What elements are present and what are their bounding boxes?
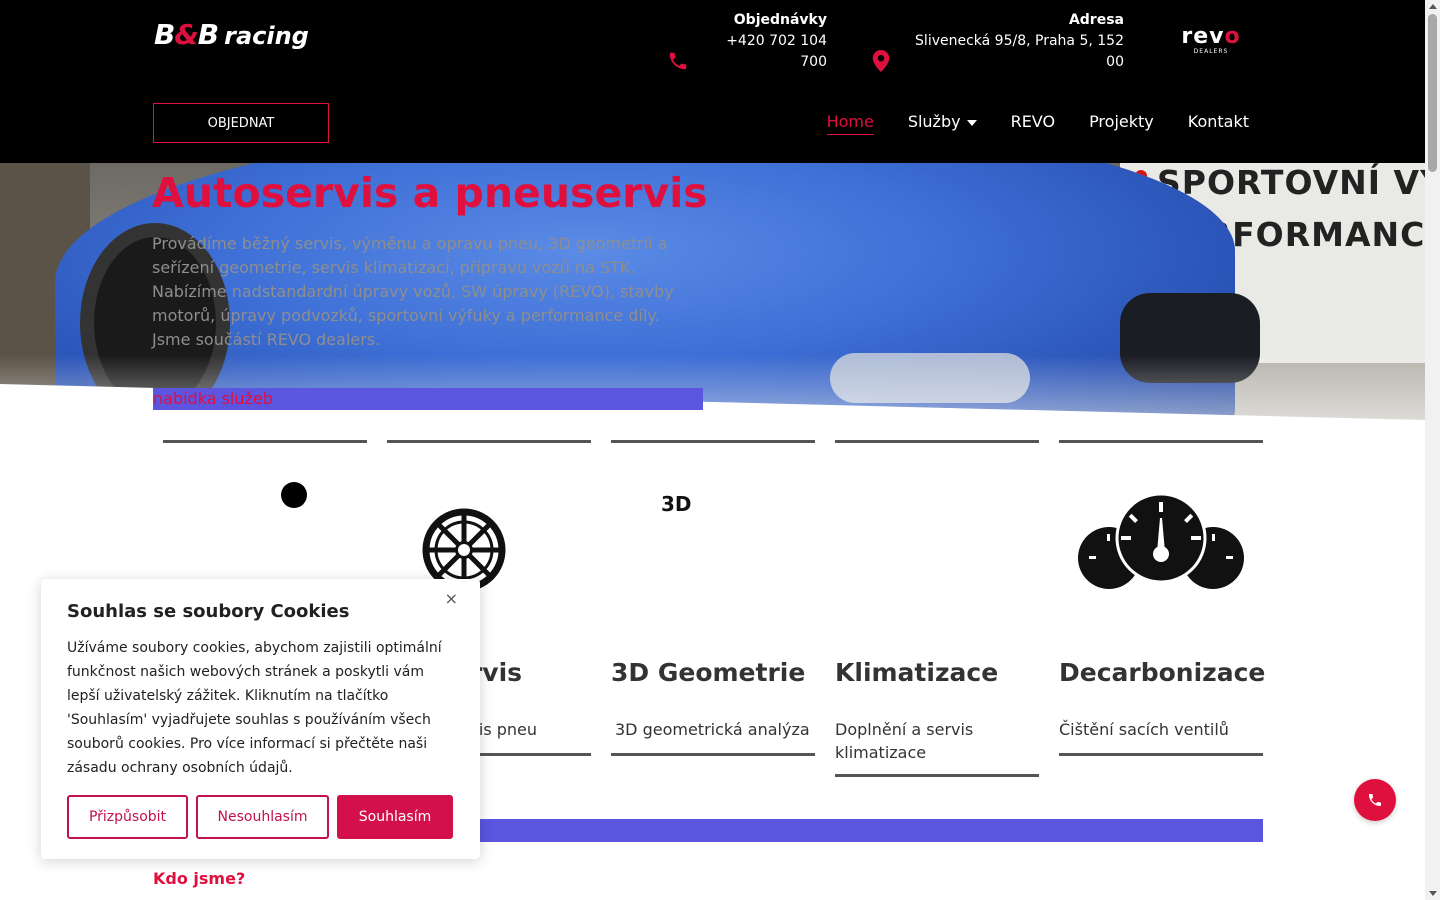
card-top-line — [387, 440, 591, 443]
revo-dealers-logo[interactable]: revo DEALERS — [1176, 26, 1246, 58]
cookie-title: Souhlas se soubory Cookies — [67, 601, 350, 622]
nav-item-services[interactable]: Služby — [908, 112, 977, 135]
phone-icon — [1369, 794, 1381, 806]
service-title: 3D Geometrie — [611, 658, 806, 687]
revo-text: rev — [1181, 24, 1225, 49]
service-card-pneuservis[interactable]: ervis ervis pneu — [387, 440, 591, 756]
card-top-line — [163, 440, 367, 443]
page: B&B racing Objednávky +420 702 104 700 Ad… — [0, 0, 1440, 900]
call-button[interactable] — [1354, 779, 1396, 821]
nav-item-projects[interactable]: Projekty — [1089, 112, 1154, 135]
3d-icon: 3D — [661, 492, 692, 516]
section-band — [480, 819, 1263, 842]
address-contact: Adresa Slivenecká 95/8, Praha 5, 152 00 — [900, 10, 1124, 73]
card-bottom-line — [1059, 753, 1263, 756]
address-title: Adresa — [1068, 12, 1124, 28]
gauges-icon — [1078, 494, 1244, 589]
address-value: Slivenecká 95/8, Praha 5, 152 00 — [915, 33, 1124, 70]
cookie-accept-button[interactable]: Souhlasím — [337, 795, 453, 839]
dot-icon — [281, 482, 307, 508]
service-title: Decarbonizace — [1059, 658, 1266, 687]
hero-text: Provádíme běžný servis, výměnu a opravu … — [152, 234, 674, 349]
nav-label: Služby — [907, 112, 961, 131]
services-label: nabídka služeb — [153, 389, 273, 408]
logo-racing: racing — [224, 22, 309, 50]
nav-label: REVO — [1010, 112, 1056, 131]
cookie-reject-button[interactable]: Nesouhlasím — [196, 795, 329, 839]
orders-title: Objednávky — [733, 12, 827, 28]
scroll-up-arrow-icon[interactable] — [1429, 4, 1437, 9]
service-title: Klimatizace — [835, 658, 999, 687]
nav-item-home[interactable]: Home — [826, 112, 874, 135]
hero-title: Autoservis a pneuservis — [152, 169, 708, 217]
logo-b1: B — [154, 18, 175, 51]
services-label-bar: nabídka služeb — [153, 388, 703, 410]
service-card-klimatizace[interactable]: Klimatizace Doplnění a servis klimatizac… — [835, 440, 1039, 777]
cookie-consent-dialog: Souhlas se soubory Cookies × Užíváme sou… — [41, 579, 480, 859]
card-bottom-line — [835, 774, 1039, 777]
chevron-down-icon — [966, 119, 977, 126]
service-card-decarbonizace[interactable]: Decarbonizace Čištění sacích ventilů — [1059, 440, 1265, 756]
main-nav: Home Služby REVO Projekty Kontakt — [826, 112, 1249, 135]
page-scrollbar[interactable] — [1425, 0, 1440, 900]
phone-icon — [669, 52, 687, 70]
revo-dealers-text: DEALERS — [1193, 48, 1229, 55]
site-header: B&B racing Objednávky +420 702 104 700 Ad… — [0, 0, 1425, 163]
nav-label: Kontakt — [1187, 112, 1249, 131]
service-desc: Čištění sacích ventilů — [1059, 720, 1229, 739]
card-top-line — [1059, 440, 1263, 443]
logo[interactable]: B&B racing — [154, 18, 309, 51]
nav-item-contact[interactable]: Kontakt — [1188, 112, 1249, 135]
cookie-customize-button[interactable]: Přizpůsobit — [67, 795, 188, 839]
scroll-down-arrow-icon[interactable] — [1429, 891, 1437, 896]
service-card-3d-geometrie[interactable]: 3D 3D Geometrie 3D geometrická analýza — [611, 440, 815, 756]
order-button[interactable]: OBJEDNAT — [153, 103, 329, 143]
close-icon[interactable]: × — [445, 589, 458, 608]
logo-amp: & — [174, 18, 198, 51]
cookie-text: Užíváme soubory cookies, abychom zajisti… — [67, 640, 442, 776]
nav-item-revo[interactable]: REVO — [1011, 112, 1055, 135]
nav-label: Projekty — [1089, 112, 1154, 131]
card-top-line — [611, 440, 815, 443]
card-bottom-line — [611, 753, 815, 756]
orders-contact: Objednávky +420 702 104 700 — [700, 10, 827, 73]
service-desc: 3D geometrická analýza — [615, 720, 810, 739]
service-desc: Doplnění a servis klimatizace — [835, 720, 974, 762]
card-top-line — [835, 440, 1039, 443]
scroll-thumb[interactable] — [1428, 14, 1437, 172]
service-card-1[interactable] — [163, 440, 367, 508]
revo-o: o — [1224, 24, 1241, 49]
cookie-buttons: Přizpůsobit Nesouhlasím Souhlasím — [67, 795, 453, 839]
nav-label: Home — [826, 112, 874, 131]
who-we-are-heading: Kdo jsme? — [153, 869, 246, 888]
logo-b2: B — [197, 18, 219, 51]
orders-phone[interactable]: +420 702 104 700 — [700, 31, 827, 73]
location-pin-icon — [872, 50, 890, 72]
